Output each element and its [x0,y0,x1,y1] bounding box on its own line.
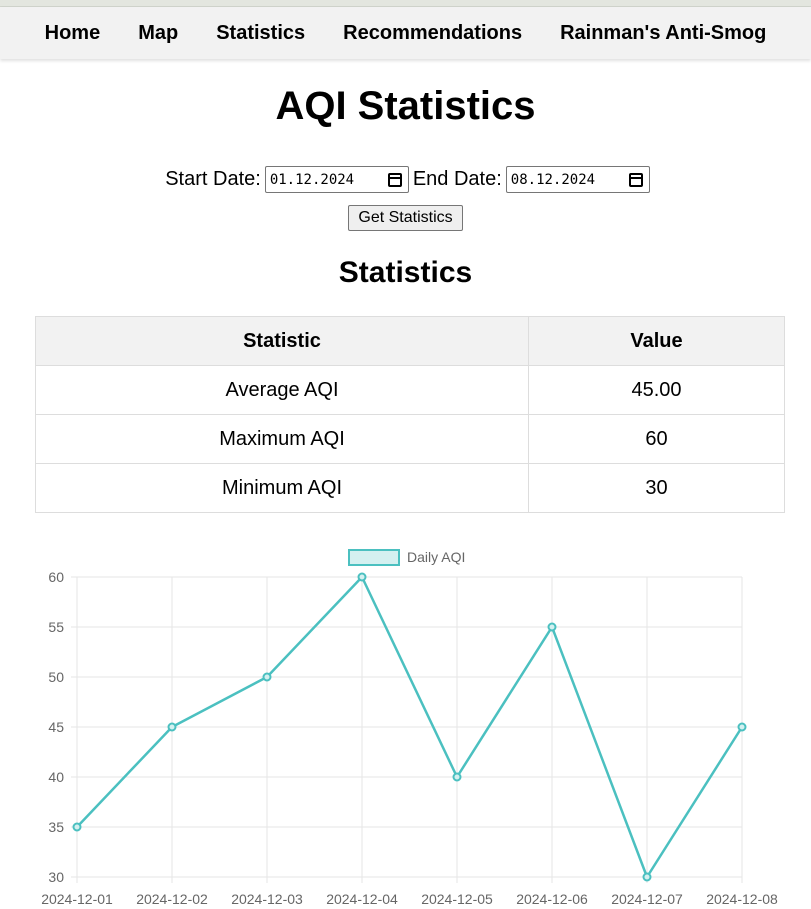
y-tick-label: 40 [48,769,64,785]
stat-value: 45.00 [528,365,785,415]
nav-recommendations[interactable]: Recommendations [343,22,522,45]
calendar-icon[interactable] [628,172,643,187]
get-statistics-button[interactable]: Get Statistics [348,205,463,231]
page-title: AQI Statistics [275,84,536,128]
data-point [547,622,557,632]
end-date-value: 08.12.2024 [510,171,596,188]
nav-anti-smog[interactable]: Rainman's Anti-Smog [560,22,766,45]
y-tick-label: 60 [48,569,64,585]
table-row: Minimum AQI 30 [35,463,785,513]
data-point [642,872,652,882]
stat-value: 30 [528,463,785,513]
x-tick-label: 2024-12-08 [706,891,778,907]
x-tick-label: 2024-12-07 [611,891,683,907]
data-point [262,672,272,682]
column-header-statistic: Statistic [35,316,529,366]
table-header-row: Statistic Value [35,316,785,366]
y-tick-label: 30 [48,869,64,885]
data-point [72,822,82,832]
x-tick-label: 2024-12-04 [326,891,398,907]
daily-aqi-chart[interactable]: 30 35 40 45 50 55 60 2024-12-01 2024-12-02 2024-1… [0,540,811,909]
stat-name: Average AQI [35,365,529,415]
statistics-heading: Statistics [338,256,473,289]
x-tick-label: 2024-12-01 [41,891,113,907]
stat-name: Minimum AQI [35,463,529,513]
start-date-value: 01.12.2024 [269,171,355,188]
y-tick-label: 50 [48,669,64,685]
nav-home[interactable]: Home [45,22,101,45]
x-tick-label: 2024-12-06 [516,891,588,907]
data-point [737,722,747,732]
statistics-table: Statistic Value Average AQI 45.00 Maximu… [35,316,785,513]
end-date-input[interactable]: 08.12.2024 [505,166,650,193]
main-nav: Home Map Statistics Recommendations Rain… [0,7,811,59]
data-point [167,722,177,732]
data-point [357,572,367,582]
start-date-label: Start Date: [165,168,261,190]
x-tick-label: 2024-12-03 [231,891,303,907]
y-tick-label: 35 [48,819,64,835]
data-point [452,772,462,782]
table-row: Maximum AQI 60 [35,414,785,464]
submit-wrap: Get Statistics [0,205,811,231]
stat-value: 60 [528,414,785,464]
nav-statistics[interactable]: Statistics [216,22,305,45]
column-header-value: Value [528,316,785,366]
date-range-form: Start Date: 01.12.2024 End Date: 08.12.2… [0,166,811,193]
table-row: Average AQI 45.00 [35,365,785,415]
stat-name: Maximum AQI [35,414,529,464]
calendar-icon[interactable] [387,172,402,187]
end-date-label: End Date: [412,168,502,190]
start-date-input[interactable]: 01.12.2024 [264,166,409,193]
legend-label: Daily AQI [407,549,465,565]
legend-swatch [348,549,400,566]
nav-map[interactable]: Map [138,22,178,45]
x-tick-label: 2024-12-02 [136,891,208,907]
y-tick-label: 45 [48,719,64,735]
y-tick-label: 55 [48,619,64,635]
x-tick-label: 2024-12-05 [421,891,493,907]
browser-top-strip [0,0,811,7]
